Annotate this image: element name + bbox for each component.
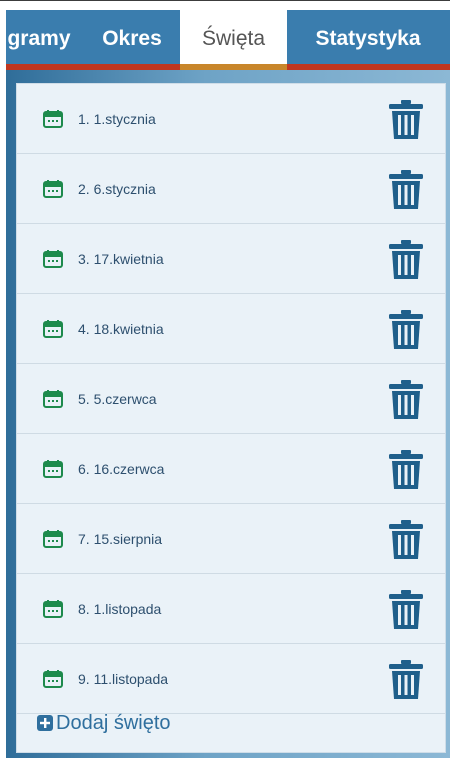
- calendar-icon: [43, 180, 63, 198]
- trash-icon[interactable]: [387, 520, 425, 560]
- calendar-icon: [43, 110, 63, 128]
- trash-icon[interactable]: [387, 590, 425, 630]
- holiday-label: 1. 1.stycznia: [78, 111, 156, 127]
- trash-icon[interactable]: [387, 240, 425, 280]
- top-border: [0, 0, 450, 10]
- holiday-list[interactable]: 1. 1.stycznia 2. 6.stycznia 3. 17.kwietnia…: [17, 84, 445, 752]
- trash-icon[interactable]: [387, 380, 425, 420]
- holiday-row: 3. 17.kwietnia: [17, 224, 445, 294]
- plus-icon: [37, 715, 53, 731]
- calendar-icon: [43, 250, 63, 268]
- tab-label: Święta: [201, 27, 266, 50]
- holiday-row: 4. 18.kwietnia: [17, 294, 445, 364]
- tab-okres[interactable]: Okres: [86, 10, 178, 68]
- tab-swieta[interactable]: Święta: [180, 10, 287, 68]
- holiday-row: 8. 1.listopada: [17, 574, 445, 644]
- trash-icon[interactable]: [387, 100, 425, 140]
- trash-icon[interactable]: [387, 170, 425, 210]
- calendar-icon: [43, 670, 63, 688]
- holiday-row: 5. 5.czerwca: [17, 364, 445, 434]
- holiday-label: 9. 11.listopada: [78, 671, 169, 687]
- holiday-row: 2. 6.stycznia: [17, 154, 445, 224]
- tab-statystyka[interactable]: Statystyka: [293, 10, 443, 68]
- holiday-row: 1. 1.stycznia: [17, 84, 445, 154]
- calendar-icon: [43, 390, 63, 408]
- calendar-icon: [43, 460, 63, 478]
- add-holiday-label: Dodaj święto: [56, 711, 171, 734]
- trash-icon[interactable]: [387, 660, 425, 700]
- holiday-row: 9. 11.listopada: [17, 644, 445, 714]
- trash-icon[interactable]: [387, 450, 425, 490]
- holiday-label: 7. 15.sierpnia: [78, 531, 163, 547]
- holiday-label: 3. 17.kwietnia: [78, 251, 164, 267]
- holiday-row: 7. 15.sierpnia: [17, 504, 445, 574]
- holiday-label: 2. 6.stycznia: [78, 181, 156, 197]
- calendar-icon: [43, 600, 63, 618]
- holiday-label: 5. 5.czerwca: [78, 391, 157, 407]
- tab-programy[interactable]: gramy: [6, 10, 78, 68]
- add-holiday-button[interactable]: Dodaj święto: [36, 710, 171, 736]
- tab-bar: gramy Okres Święta Statystyka: [6, 10, 450, 68]
- holiday-label: 6. 16.czerwca: [78, 461, 165, 477]
- holiday-row: 6. 16.czerwca: [17, 434, 445, 504]
- holiday-label: 8. 1.listopada: [78, 601, 162, 617]
- tab-label: Statystyka: [315, 27, 421, 50]
- tab-label: Okres: [102, 27, 162, 50]
- holiday-label: 4. 18.kwietnia: [78, 321, 164, 337]
- trash-icon[interactable]: [387, 310, 425, 350]
- tab-label: gramy: [7, 27, 71, 50]
- calendar-icon: [43, 320, 63, 338]
- calendar-icon: [43, 530, 63, 548]
